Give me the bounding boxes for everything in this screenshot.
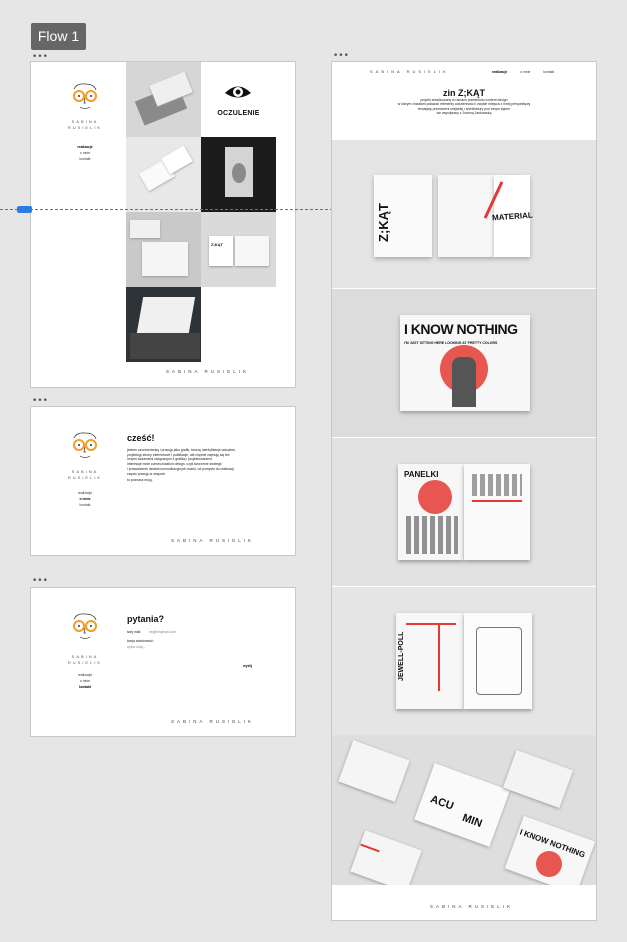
about-text: jestem szczecinianką i pracuję jako graf… — [127, 448, 287, 483]
zin-mini-title: Z;KĄT — [211, 242, 223, 247]
zin-spreads-collage[interactable]: ACU MIN I KNOW NOTHING — [332, 735, 596, 885]
zin-spread-jewell[interactable]: JEWELL-POLL — [332, 587, 596, 735]
nav-menu: realizacje o mnie kontakt — [65, 672, 105, 690]
nav-menu: realizacje o mnie kontakt — [65, 490, 105, 508]
eye-logo-icon — [225, 86, 251, 98]
zin-spread-know-nothing[interactable]: I KNOW NOTHING I'M JUST SITTING HERE LOO… — [332, 289, 596, 437]
panelki-title: PANELKI — [404, 470, 439, 479]
message-label: twoja wiadomość: — [127, 639, 154, 643]
frame-menu-dots[interactable]: ••• — [32, 53, 48, 62]
nav-item-contact[interactable]: kontakt — [65, 156, 105, 162]
project-tile-business-cards[interactable] — [126, 62, 201, 137]
frame-menu-dots[interactable]: ••• — [32, 577, 48, 586]
face-logo-icon — [73, 432, 97, 458]
about-more-link[interactable]: tu poznasz moją. — [127, 478, 287, 483]
brand-surname: RUSIELIK — [67, 660, 103, 665]
brand-surname: RUSIELIK — [67, 125, 103, 130]
project-tile-stationery[interactable] — [126, 212, 201, 287]
frame-about[interactable]: SABINA RUSIELIK realizacje o mnie kontak… — [30, 406, 296, 556]
brand-name: SABINA — [71, 469, 99, 474]
nav-item-contact[interactable]: kontakt — [65, 684, 105, 690]
brand-surname: RUSIELIK — [67, 475, 103, 480]
face-logo-icon — [73, 613, 97, 639]
frame-portfolio[interactable]: SABINA RUSIELIK realizacje o mnie kontak… — [30, 61, 296, 388]
send-button[interactable]: wyślij — [243, 664, 252, 669]
contact-heading: pytania? — [127, 614, 165, 624]
footer-brand: SABINA RUSIELIK — [166, 369, 250, 374]
oczulenie-logo-text: OCZULENIE — [217, 110, 260, 117]
project-tile-oczulenie-logo[interactable]: OCZULENIE — [201, 62, 276, 137]
zin-spread-panelki[interactable]: PANELKI — [332, 438, 596, 586]
header-brand: SABINA RUSIELIK — [370, 69, 449, 74]
jewell-title: JEWELL-POLL — [398, 631, 405, 681]
footer-brand: SABINA RUSIELIK — [171, 719, 255, 724]
about-heading: cześć! — [127, 433, 155, 443]
footer-brand: SABINA RUSIELIK — [171, 538, 255, 543]
project-tile-card-mockup[interactable] — [126, 137, 201, 212]
flow-connector-line — [0, 209, 333, 210]
message-field[interactable]: wpisz tutaj... — [127, 645, 146, 650]
brand-name: SABINA — [71, 119, 99, 124]
nav-menu: realizacje o mnie kontakt — [65, 144, 105, 162]
flow-connector-handle[interactable] — [17, 206, 32, 213]
email-field[interactable]: hej@mojmail.com — [149, 630, 176, 635]
project-tile-poster-dark[interactable] — [201, 137, 276, 212]
know-nothing-subtitle: I'M JUST SITTING HERE LOOKING AT PRETTY … — [404, 341, 498, 345]
know-nothing-title: I KNOW NOTHING — [404, 321, 518, 337]
zin-description: projekt zrealizowany w ramach przedmiotu… — [397, 98, 531, 116]
zin-cover-title: Z;KĄT — [376, 203, 391, 242]
nav-item-contact[interactable]: kontakt — [65, 502, 105, 508]
frame-zin-project[interactable]: SABINA RUSIELIK realizacje o mnie kontak… — [331, 61, 597, 921]
footer-brand: SABINA RUSIELIK — [430, 904, 514, 909]
top-nav: realizacje o mnie kontakt — [492, 69, 592, 75]
brand-name: SABINA — [71, 654, 99, 659]
nav-item-about[interactable]: o mnie — [520, 69, 530, 75]
project-tile-laptop[interactable] — [126, 287, 201, 362]
about-line: często pracuję w zespole. — [127, 471, 166, 476]
zin-spread-material[interactable]: Z;KĄT MATERIAL — [332, 140, 596, 288]
frame-contact[interactable]: SABINA RUSIELIK realizacje o mnie kontak… — [30, 587, 296, 737]
nav-item-contact[interactable]: kontakt — [543, 69, 554, 75]
frame-menu-dots[interactable]: ••• — [32, 397, 48, 406]
email-label: twój mail: — [127, 630, 142, 634]
nav-item-projects[interactable]: realizacje — [492, 69, 507, 75]
frame-menu-dots[interactable]: ••• — [333, 52, 349, 61]
face-logo-icon — [73, 83, 97, 109]
project-tile-zin-spread[interactable]: Z;KĄT — [201, 212, 276, 287]
zin-title: zin Z;KĄT — [443, 88, 485, 98]
flow-label[interactable]: Flow 1 — [31, 23, 86, 50]
